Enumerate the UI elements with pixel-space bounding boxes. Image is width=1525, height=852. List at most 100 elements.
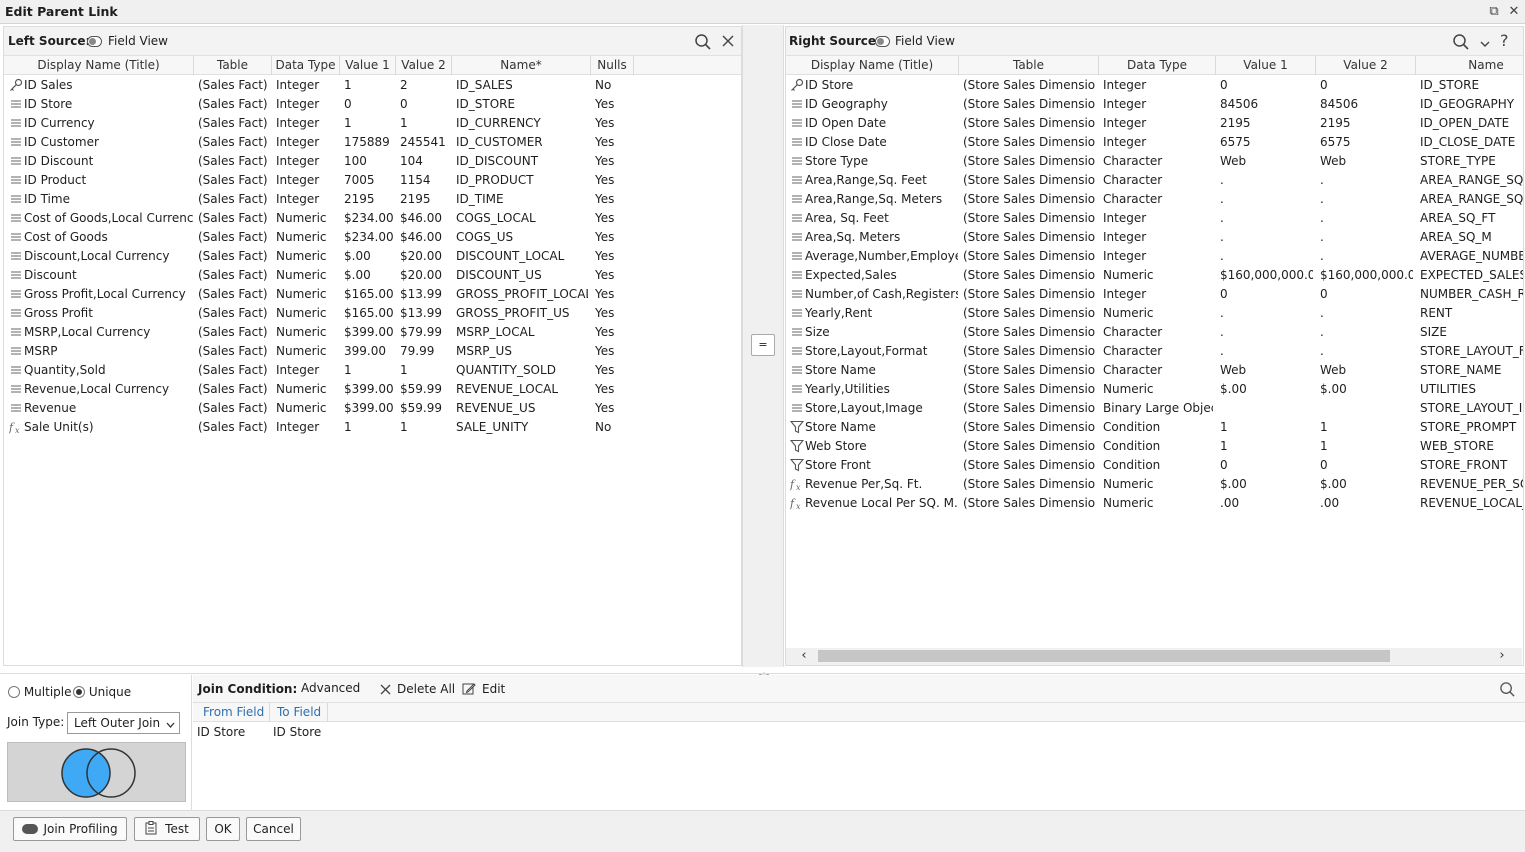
unique-option[interactable]: Unique	[73, 685, 131, 699]
right-field-row[interactable]: Area,Range,Sq. Feet (Store Sales Dimensio…	[786, 170, 1523, 189]
right-col-header-value-2[interactable]: Value 2	[1316, 58, 1415, 72]
edit-button[interactable]: Edit	[482, 682, 505, 696]
right-field-row[interactable]: Yearly,Rent (Store Sales Dimension) Numeri…	[786, 303, 1523, 322]
left-col-header-value-1[interactable]: Value 1	[340, 58, 395, 72]
left-field-row[interactable]: MSRP,Local Currency (Sales Fact) Numeric $3…	[4, 322, 741, 341]
right-search-icon[interactable]	[1452, 33, 1470, 54]
right-field-row[interactable]: Yearly,Utilities (Store Sales Dimension) N…	[786, 379, 1523, 398]
left-col-header-display-name[interactable]: Display Name (Title)	[4, 58, 193, 72]
right-field-row[interactable]: Store,Layout,Format (Store Sales Dimensio…	[786, 341, 1523, 360]
right-field-row[interactable]: Store Name (Store Sales Dimension) Charact…	[786, 360, 1523, 379]
left-field-row[interactable]: ID Product (Sales Fact) Integer 7005 1154 ID_…	[4, 170, 741, 189]
right-field-row[interactable]: Store Front (Store Sales Dimension) Condit…	[786, 455, 1523, 474]
multiple-radio[interactable]	[8, 686, 20, 698]
left-col-header-nulls[interactable]: Nulls	[591, 58, 633, 72]
left-field-row[interactable]: Revenue (Sales Fact) Numeric $399.00 $59.99 R…	[4, 398, 741, 417]
left-col-header-table[interactable]: Table	[194, 58, 271, 72]
right-field-row[interactable]: Web Store (Store Sales Dimension) Conditio…	[786, 436, 1523, 455]
cancel-button[interactable]: Cancel	[246, 817, 301, 841]
ok-button[interactable]: OK	[206, 817, 240, 841]
help-icon[interactable]: ?	[1500, 31, 1509, 50]
left-cell-value-1: $.00	[344, 268, 371, 282]
right-col-header-value-1[interactable]: Value 1	[1216, 58, 1315, 72]
join-type-select[interactable]: Left Outer Join	[67, 712, 180, 734]
right-field-row[interactable]: Expected,Sales (Store Sales Dimension) Num…	[786, 265, 1523, 284]
left-cell-table: (Sales Fact)	[198, 230, 268, 244]
left-cell-value-2: $46.00	[400, 211, 442, 225]
left-cell-value-2: 104	[400, 154, 423, 168]
field-icon	[9, 268, 23, 282]
left-cell-data-type: Integer	[276, 363, 320, 377]
window-title: Edit Parent Link	[5, 4, 118, 19]
join-condition-row[interactable]: ID Store ID Store	[193, 723, 1525, 742]
test-button[interactable]: Test	[134, 817, 200, 841]
right-field-row[interactable]: ID Geography (Store Sales Dimension) Integ…	[786, 94, 1523, 113]
right-col-header-data-type[interactable]: Data Type	[1099, 58, 1215, 72]
right-field-row[interactable]: Store,Layout,Image (Store Sales Dimension…	[786, 398, 1523, 417]
left-col-header-value-2[interactable]: Value 2	[396, 58, 451, 72]
unique-radio[interactable]	[73, 686, 85, 698]
left-field-row[interactable]: ID Customer (Sales Fact) Integer 175889 2455…	[4, 132, 741, 151]
right-col-header-name[interactable]: Name	[1416, 58, 1523, 72]
right-field-row[interactable]: ID Close Date (Store Sales Dimension) Inte…	[786, 132, 1523, 151]
left-field-row[interactable]: ID Discount (Sales Fact) Integer 100 104 ID_D…	[4, 151, 741, 170]
right-cell-value-1: .	[1220, 344, 1224, 358]
from-field-header[interactable]: From Field	[203, 705, 264, 719]
left-cell-data-type: Integer	[276, 154, 320, 168]
left-field-row[interactable]: Cost of Goods,Local Currency (Sales Fact)…	[4, 208, 741, 227]
to-field-header[interactable]: To Field	[277, 705, 321, 719]
right-field-row[interactable]: Area,Range,Sq. Meters (Store Sales Dimens…	[786, 189, 1523, 208]
right-col-header-table[interactable]: Table	[959, 58, 1098, 72]
right-horizontal-scrollbar[interactable]: ‹ ›	[786, 648, 1522, 665]
right-field-row[interactable]: ID Open Date (Store Sales Dimension) Integ…	[786, 113, 1523, 132]
right-field-row[interactable]: Area, Sq. Feet (Store Sales Dimension) Int…	[786, 208, 1523, 227]
advanced-button[interactable]: Advanced	[301, 681, 360, 695]
right-field-row[interactable]: Average,Number,Employee (Store Sales Dime…	[786, 246, 1523, 265]
right-field-row[interactable]: Size (Store Sales Dimension) Character.. SI…	[786, 322, 1523, 341]
right-cell-name: SIZE	[1420, 325, 1447, 339]
left-field-row[interactable]: Gross Profit,Local Currency (Sales Fact) N…	[4, 284, 741, 303]
left-field-row[interactable]: Gross Profit (Sales Fact) Numeric $165.00 $1…	[4, 303, 741, 322]
left-field-row[interactable]: ID Sales (Sales Fact) Integer 1 2 ID_SALES No	[4, 75, 741, 94]
left-field-row[interactable]: Discount,Local Currency (Sales Fact) Numer…	[4, 246, 741, 265]
left-field-row[interactable]: Cost of Goods (Sales Fact) Numeric $234.00 $…	[4, 227, 741, 246]
scrollbar-thumb[interactable]	[818, 650, 1390, 662]
right-field-row[interactable]: Store Name (Store Sales Dimension) Conditi…	[786, 417, 1523, 436]
right-field-row[interactable]: Number,of Cash,Registers (Store Sales Dim…	[786, 284, 1523, 303]
edit-icon[interactable]	[462, 682, 476, 699]
right-field-row[interactable]: f x Revenue Local Per SQ. M. (Store Sales D…	[786, 493, 1523, 512]
left-field-row[interactable]: ID Store (Sales Fact) Integer 0 0 ID_STORE Yes	[4, 94, 741, 113]
left-field-row[interactable]: Quantity,Sold (Sales Fact) Integer 1 1 QUANTI…	[4, 360, 741, 379]
field-icon	[9, 344, 23, 358]
scroll-left-icon[interactable]: ‹	[796, 648, 812, 665]
right-field-row[interactable]: f x Revenue Per,Sq. Ft. (Store Sales Dimens…	[786, 474, 1523, 493]
right-field-row[interactable]: Area,Sq. Meters (Store Sales Dimension) In…	[786, 227, 1523, 246]
left-field-row[interactable]: Revenue,Local Currency (Sales Fact) Numeri…	[4, 379, 741, 398]
left-col-header-data-type[interactable]: Data Type	[272, 58, 339, 72]
left-field-row[interactable]: ID Time (Sales Fact) Integer 2195 2195 ID_TIM…	[4, 189, 741, 208]
close-icon[interactable]: ✕	[1505, 3, 1523, 21]
right-field-view-toggle[interactable]	[875, 36, 890, 47]
right-cell-name: STORE_TYPE	[1420, 154, 1496, 168]
right-dropdown-icon[interactable]	[1480, 37, 1490, 51]
join-search-icon[interactable]	[1499, 681, 1516, 701]
left-search-icon[interactable]	[694, 33, 712, 54]
join-profiling-button[interactable]: Join Profiling	[13, 817, 127, 841]
right-col-header-display-name[interactable]: Display Name (Title)	[786, 58, 958, 72]
restore-icon[interactable]: ⧉	[1485, 3, 1503, 21]
multiple-option[interactable]: Multiple	[8, 685, 72, 699]
delete-all-icon[interactable]	[380, 684, 391, 698]
left-field-row[interactable]: MSRP (Sales Fact) Numeric 399.00 79.99 MSRP_U…	[4, 341, 741, 360]
left-col-header-name[interactable]: Name*	[452, 58, 590, 72]
left-field-row[interactable]: ID Currency (Sales Fact) Integer 1 1 ID_CURRE…	[4, 113, 741, 132]
left-field-row[interactable]: f x Sale Unit(s) (Sales Fact) Integer 1 1 SALE_…	[4, 417, 741, 436]
scroll-right-icon[interactable]: ›	[1494, 648, 1510, 665]
equal-join-button[interactable]: =	[751, 334, 775, 356]
left-clear-icon[interactable]	[722, 35, 734, 50]
right-field-row[interactable]: ID Store (Store Sales Dimension) Integer 0 0…	[786, 75, 1523, 94]
left-field-row[interactable]: Discount (Sales Fact) Numeric $.00 $20.00 DIS…	[4, 265, 741, 284]
delete-all-button[interactable]: Delete All	[397, 682, 455, 696]
join-condition-label: Join Condition:	[198, 682, 298, 696]
left-field-view-toggle[interactable]	[87, 36, 102, 47]
right-field-row[interactable]: Store Type (Store Sales Dimension) Charact…	[786, 151, 1523, 170]
